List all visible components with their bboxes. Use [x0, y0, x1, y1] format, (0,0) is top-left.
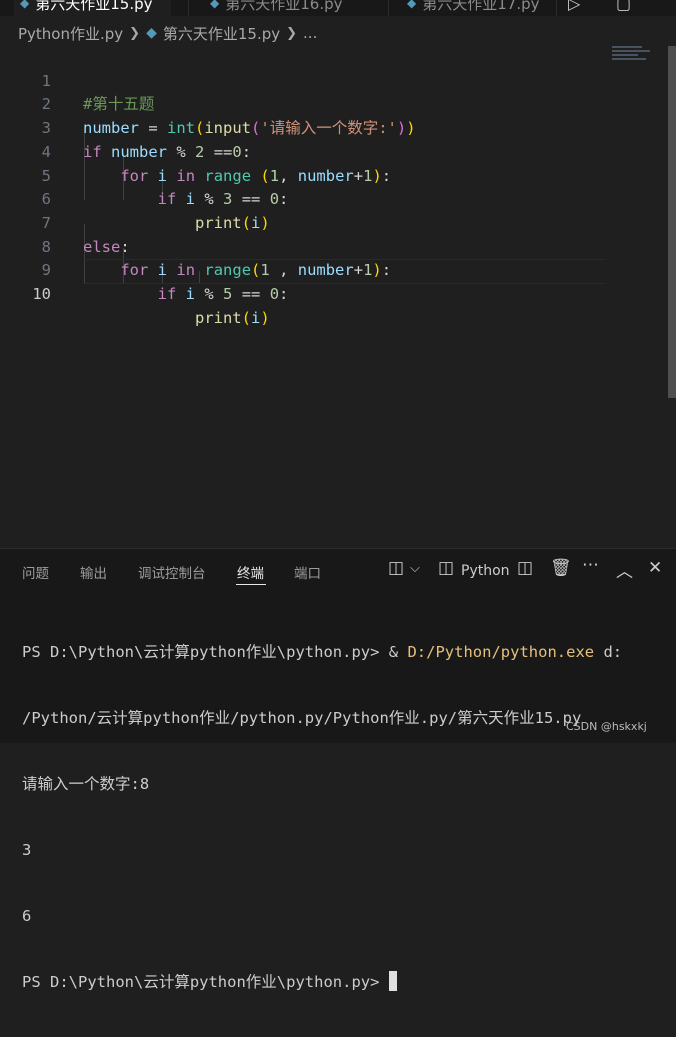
code-text: if number % 2 ==0: [83, 142, 252, 161]
more-icon[interactable]: ⋯ [582, 555, 599, 575]
terminal-line: /Python/云计算python作业/python.py/Python作业.p… [22, 709, 582, 727]
terminal-cmd-arg: d: [594, 643, 623, 661]
watermark: CSDN @hskxkj [566, 720, 647, 733]
tab-file-17[interactable]: ◆ 第六天作业17.py [407, 0, 540, 16]
code-text: else: [83, 237, 130, 256]
code-line-8: 8 for i in range(1 , number+1): [0, 212, 391, 280]
trash-icon[interactable]: 🗑 [550, 558, 572, 578]
tab-problems[interactable]: 问题 [22, 562, 49, 582]
breadcrumb-more[interactable]: ... [303, 24, 317, 42]
code-text: if i % 3 == 0: [157, 190, 289, 209]
terminal-line: PS D:\Python\云计算python作业\python.py> [22, 971, 622, 993]
terminal-line: PS D:\Python\云计算python作业\python.py> & D:… [22, 641, 622, 663]
panel-tab-bar: 问题 输出 调试控制台 终端 端口 ◫ ⌵ ◫ Python ◫ 🗑 ⋯ ︿ ✕ [0, 549, 676, 593]
chevron-right-icon: ❯ [129, 25, 141, 41]
code-line-4: 4 for i in range (1, number+1): [0, 117, 391, 185]
run-icon[interactable]: ▷ [568, 0, 580, 13]
terminal-output[interactable]: PS D:\Python\云计算python作业\python.py> & D:… [22, 597, 622, 1037]
code-text: for i in range (1, number+1): [120, 166, 392, 185]
editor-tab-bar: ◆ 第六天作业15.py ◆ 第六天作业16.py ◆ 第六天作业17.py ▷… [0, 0, 676, 16]
chevron-right-icon: ❯ [286, 25, 298, 41]
breadcrumb: Python作业.py ❯ ◆ 第六天作业15.py ❯ ... [18, 22, 317, 44]
chevron-down-icon[interactable]: ⌵ [410, 561, 420, 576]
split-terminal-icon[interactable]: ◫ [517, 558, 533, 578]
tab-terminal[interactable]: 终端 [237, 562, 264, 582]
chevron-up-icon[interactable]: ︿ [616, 557, 633, 582]
terminal-prompt: PS D:\Python\云计算python作业\python.py> [22, 643, 389, 661]
terminal-cursor [388, 971, 397, 991]
code-line-6: 6 print(i) [0, 165, 270, 232]
active-tab-indicator [236, 584, 266, 585]
terminal-line: 请输入一个数字:8 [22, 775, 150, 793]
breadcrumb-file[interactable]: 第六天作业15.py [163, 23, 280, 44]
tab-label: 第六天作业17.py [422, 0, 540, 13]
editor-scrollbar[interactable] [668, 46, 676, 398]
bottom-panel: 问题 输出 调试控制台 终端 端口 ◫ ⌵ ◫ Python ◫ 🗑 ⋯ ︿ ✕… [0, 548, 676, 991]
terminal-profile-label[interactable]: Python [461, 563, 510, 579]
python-file-icon: ◆ [210, 0, 220, 10]
code-text: print(i) [194, 213, 270, 232]
terminal-cmd-exe: D:/Python/python.exe [407, 643, 595, 661]
python-file-icon: ◆ [146, 25, 157, 41]
close-icon[interactable]: ✕ [648, 558, 662, 578]
split-editor-icon[interactable]: ▢ [616, 0, 631, 13]
terminal-cmd-amp: & [388, 643, 408, 661]
python-file-icon: ◆ [407, 0, 417, 10]
tab-ports[interactable]: 端口 [294, 562, 321, 582]
code-line-9: 9 if i % 5 == 0: [0, 236, 289, 303]
tab-output[interactable]: 输出 [80, 562, 107, 582]
breadcrumb-folder[interactable]: Python作业.py [18, 23, 123, 44]
tab-file-16[interactable]: ◆ 第六天作业16.py [210, 0, 343, 16]
python-file-icon: ◆ [20, 0, 30, 10]
code-line-2: 2 number = int(input('请输入一个数字:')) [0, 70, 416, 137]
minimap[interactable] [612, 46, 654, 70]
terminal-line: 3 [22, 841, 32, 859]
tab-label: 第六天作业16.py [225, 0, 343, 13]
code-text: for i in range(1 , number+1): [120, 261, 392, 280]
split-editor-icon[interactable]: ◫ [388, 558, 404, 578]
code-text: if i % 5 == 0: [157, 285, 289, 303]
code-line-10: 10 print(i) [0, 259, 269, 327]
code-line-5: 5 if i % 3 == 0: [0, 141, 289, 209]
terminal-panel-icon[interactable]: ◫ [438, 558, 454, 578]
tab-file-15[interactable]: ◆ 第六天作业15.py [14, 0, 171, 16]
tab-label: 第六天作业15.py [35, 0, 153, 13]
code-text: #第十五题 [83, 95, 155, 114]
code-text: print(i) [194, 308, 270, 327]
line-number: 10 [32, 285, 51, 303]
code-line-1: 1 #第十五题 [0, 46, 155, 114]
tab-debug-console[interactable]: 调试控制台 [138, 562, 206, 582]
code-editor[interactable]: 1 #第十五题 2 number = int(input('请输入一个数字:')… [0, 46, 666, 548]
code-line-7: 7 else: [0, 188, 130, 256]
terminal-prompt: PS D:\Python\云计算python作业\python.py> [22, 973, 389, 991]
code-line-3: 3 if number % 2 ==0: [0, 93, 251, 161]
terminal-line: 6 [22, 907, 32, 925]
code-text: number = int(input('请输入一个数字:')) [83, 119, 416, 138]
